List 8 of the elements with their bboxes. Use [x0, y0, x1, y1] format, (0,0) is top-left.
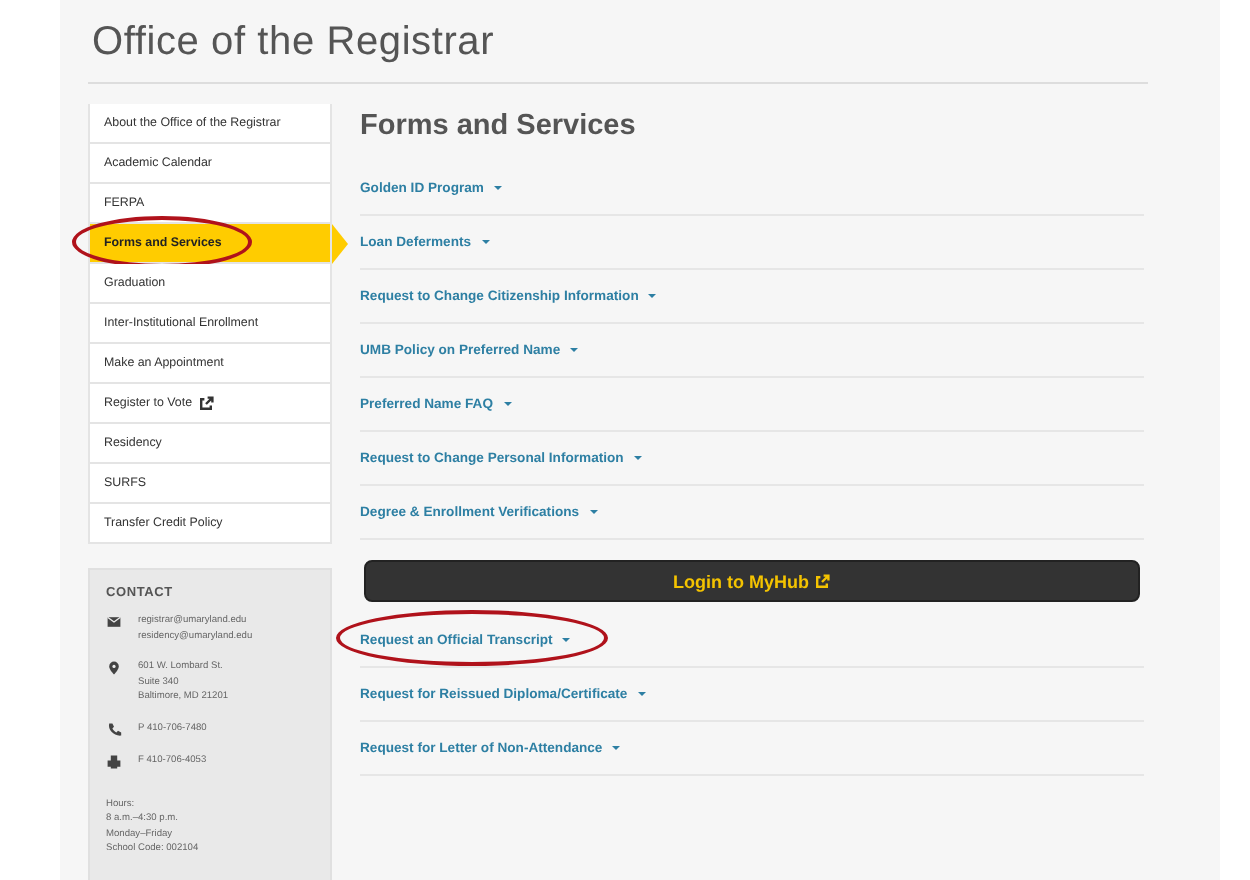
envelope-icon: [106, 614, 122, 630]
login-button[interactable]: Login to MyHub: [364, 560, 1140, 602]
section-heading: Forms and Services: [360, 108, 638, 146]
page-title: Office of the Registrar: [92, 20, 497, 66]
phone-icon: [106, 721, 122, 737]
external-link-icon: [814, 573, 831, 589]
printer-icon: [106, 753, 122, 769]
map-pin-icon: [106, 660, 122, 676]
